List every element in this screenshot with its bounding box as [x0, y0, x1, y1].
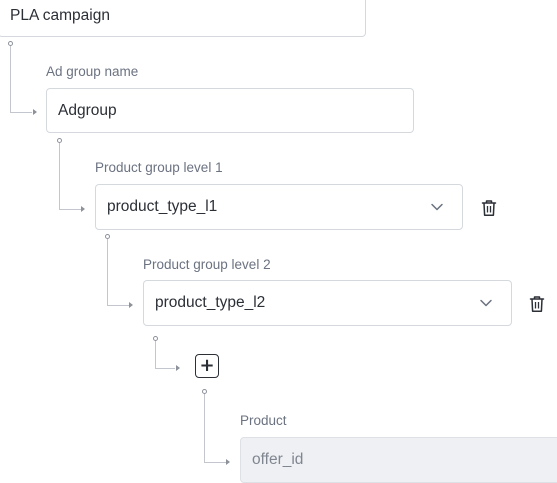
campaign-name: PLA campaign	[10, 6, 110, 24]
product-group-2-value: product_type_l2	[155, 294, 266, 311]
connector-arrow	[129, 302, 133, 308]
connector-line	[10, 46, 11, 112]
ad-group-label: Ad group name	[46, 64, 139, 79]
campaign-field[interactable]: PLA campaign	[0, 0, 366, 37]
ad-group-name-input[interactable]: Adgroup	[46, 88, 414, 133]
ad-group-name-value: Adgroup	[58, 101, 117, 119]
trash-icon[interactable]	[481, 199, 497, 217]
chevron-down-icon	[431, 203, 443, 211]
connector-line	[155, 368, 175, 369]
product-label: Product	[240, 413, 287, 428]
connector-line	[59, 143, 60, 209]
product-group-1-label: Product group level 1	[95, 160, 223, 175]
product-group-2-label: Product group level 2	[143, 257, 271, 272]
chevron-down-icon	[480, 299, 492, 307]
connector-arrow	[81, 206, 85, 212]
connector-arrow	[176, 365, 180, 371]
connector-arrow	[226, 459, 230, 465]
connector-line	[10, 112, 32, 113]
connector-line	[107, 239, 108, 305]
add-product-group-button[interactable]: +	[195, 354, 219, 378]
connector-line	[204, 462, 226, 463]
product-field: offer_id	[240, 437, 557, 483]
connector-line	[204, 394, 205, 462]
connector-arrow	[33, 109, 37, 115]
product-group-1-select[interactable]: product_type_l1	[95, 184, 463, 230]
product-group-2-select[interactable]: product_type_l2	[143, 280, 512, 326]
connector-line	[59, 209, 81, 210]
connector-line	[155, 341, 156, 368]
product-value: offer_id	[252, 451, 304, 468]
connector-line	[107, 305, 129, 306]
product-group-1-value: product_type_l1	[107, 198, 218, 215]
trash-icon[interactable]	[529, 295, 545, 313]
plus-icon: +	[199, 355, 215, 376]
